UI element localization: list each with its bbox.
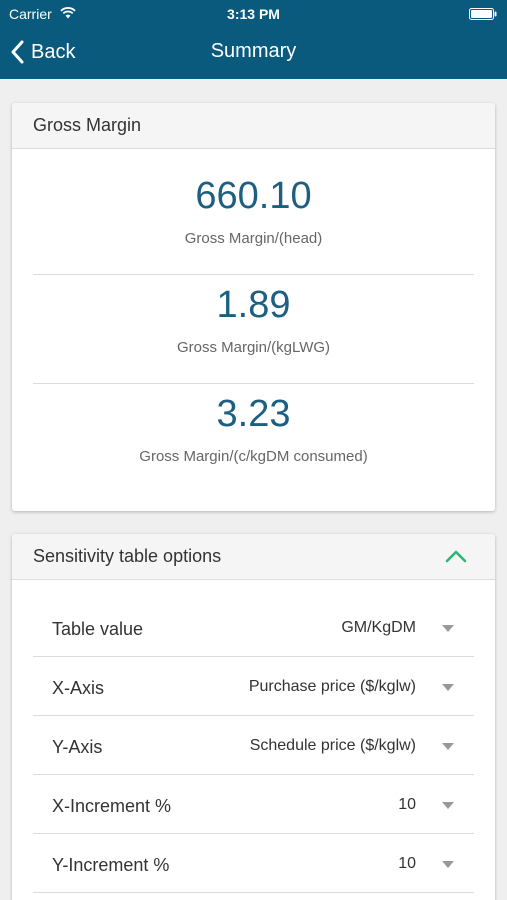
option-label: Table value xyxy=(52,619,144,639)
top-bar: Carrier 3:13 PM Back Summary xyxy=(0,0,507,79)
caret-down-icon[interactable] xyxy=(442,802,454,809)
caret-down-icon[interactable] xyxy=(442,861,454,868)
option-value[interactable]: GM/KgDM xyxy=(341,619,416,637)
metric-value: 660.10 xyxy=(195,175,312,217)
metric-label: Gross Margin/(head) xyxy=(184,230,323,247)
gross-margin-header: Gross Margin xyxy=(12,103,495,149)
metric-gm-per-kglwg: 1.89 Gross Margin/(kgLWG) xyxy=(33,285,474,356)
metric-gm-per-head: 660.10 Gross Margin/(head) xyxy=(33,176,474,247)
sensitivity-options-header[interactable]: Sensitivity table options xyxy=(12,534,495,580)
option-value[interactable]: 10 xyxy=(398,855,416,873)
metric-value: 1.89 xyxy=(216,284,291,326)
option-table-value[interactable]: Table value GM/KgDM xyxy=(33,599,474,657)
divider xyxy=(33,274,474,275)
caret-down-icon[interactable] xyxy=(442,625,454,632)
option-value[interactable]: Purchase price ($/kglw) xyxy=(249,678,416,696)
chevron-up-icon[interactable] xyxy=(445,549,467,563)
option-label: X-Increment % xyxy=(52,796,172,816)
status-bar: Carrier 3:13 PM xyxy=(0,0,507,28)
option-x-increment[interactable]: X-Increment % 10 xyxy=(33,776,474,834)
option-x-axis[interactable]: X-Axis Purchase price ($/kglw) xyxy=(33,658,474,716)
divider xyxy=(33,383,474,384)
sensitivity-options-card: Sensitivity table options Table value GM… xyxy=(12,534,495,900)
option-y-increment[interactable]: Y-Increment % 10 xyxy=(33,835,474,893)
option-value[interactable]: 10 xyxy=(398,796,416,814)
option-label: Y-Increment % xyxy=(52,855,170,875)
option-y-axis[interactable]: Y-Axis Schedule price ($/kglw) xyxy=(33,717,474,775)
sensitivity-options-title: Sensitivity table options xyxy=(33,546,222,566)
metric-gm-per-kgdm: 3.23 Gross Margin/(c/kgDM consumed) xyxy=(33,394,474,465)
nav-bar: Back Summary xyxy=(0,28,507,79)
metric-label: Gross Margin/(c/kgDM consumed) xyxy=(139,448,368,465)
option-label: X-Axis xyxy=(52,678,105,698)
metric-value: 3.23 xyxy=(216,393,291,435)
page-title: Summary xyxy=(210,40,297,62)
caret-down-icon[interactable] xyxy=(442,684,454,691)
status-time: 3:13 PM xyxy=(227,6,280,22)
gross-margin-card: Gross Margin 660.10 Gross Margin/(head) … xyxy=(12,103,495,511)
caret-down-icon[interactable] xyxy=(442,743,454,750)
option-value[interactable]: Schedule price ($/kglw) xyxy=(250,737,416,755)
metric-label: Gross Margin/(kgLWG) xyxy=(176,339,331,356)
option-label: Y-Axis xyxy=(52,737,103,757)
battery-icon xyxy=(469,8,497,20)
